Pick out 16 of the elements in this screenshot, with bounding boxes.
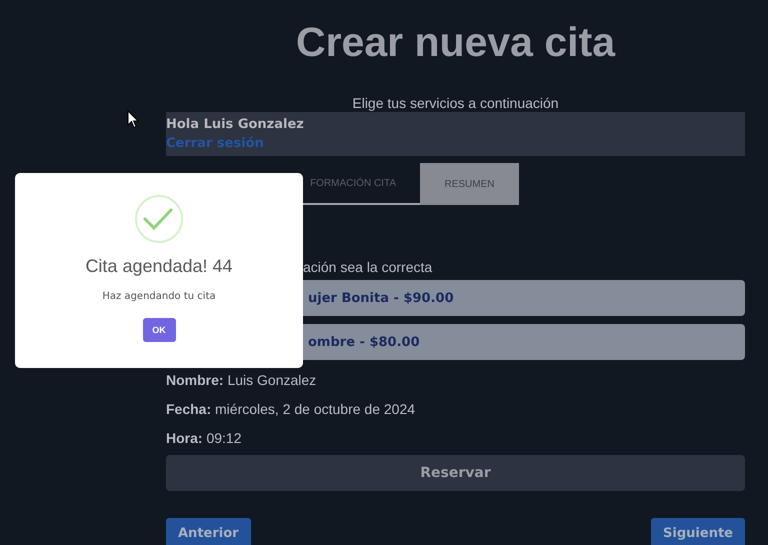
success-check-icon — [134, 194, 184, 244]
subtitle: Elige tus servicios a continuación — [351, 94, 560, 112]
mouse-cursor-icon — [127, 110, 139, 129]
page-title: Crear nueva cita — [294, 18, 616, 67]
instruction-text: ación sea la correcta — [303, 259, 432, 275]
logout-link[interactable]: Cerrar sesión — [166, 136, 745, 151]
next-button[interactable]: Siguiente — [651, 518, 745, 545]
greeting: Hola Luis Gonzalez — [166, 117, 305, 132]
detail-line: Nombre: Luis Gonzalez — [166, 371, 318, 389]
detail-line: Fecha: miércoles, 2 de octubre de 2024 — [166, 400, 416, 418]
dialog-title: Cita agendada! 44 — [85, 256, 233, 277]
ok-button[interactable]: OK — [142, 318, 176, 342]
detail-line: Hora: 09:12 — [166, 429, 242, 447]
tab[interactable]: RESUMEN — [420, 163, 519, 205]
reserve-button[interactable]: Reservar — [166, 455, 745, 491]
previous-button[interactable]: Anterior — [166, 518, 251, 545]
